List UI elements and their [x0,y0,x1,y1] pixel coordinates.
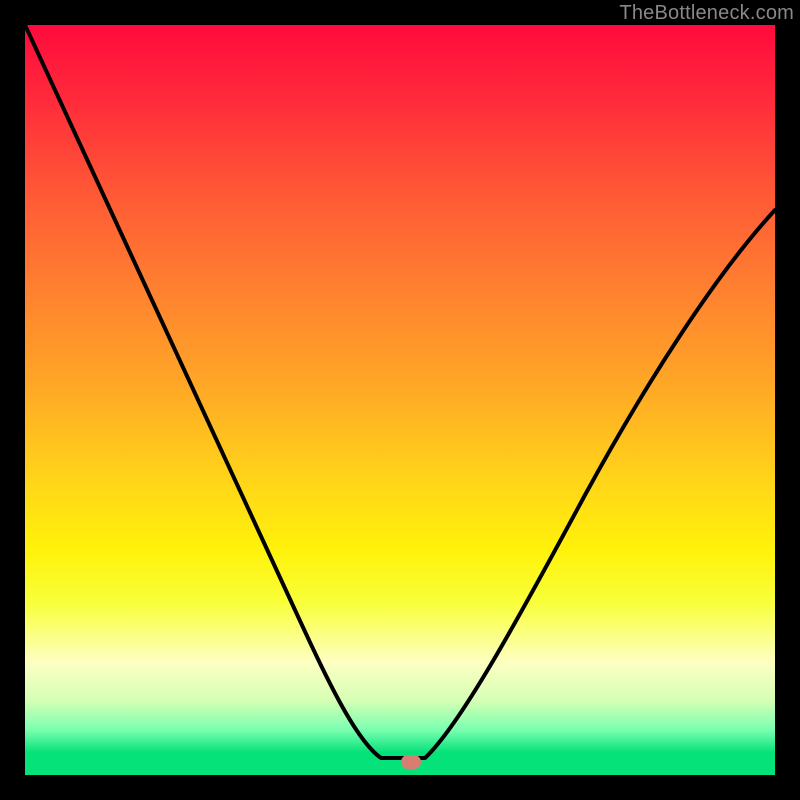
curve-path [25,25,775,758]
bottleneck-curve [25,25,775,775]
optimum-marker [401,755,421,769]
plot-area [25,25,775,775]
chart-frame: TheBottleneck.com [0,0,800,800]
watermark-text: TheBottleneck.com [619,2,794,25]
